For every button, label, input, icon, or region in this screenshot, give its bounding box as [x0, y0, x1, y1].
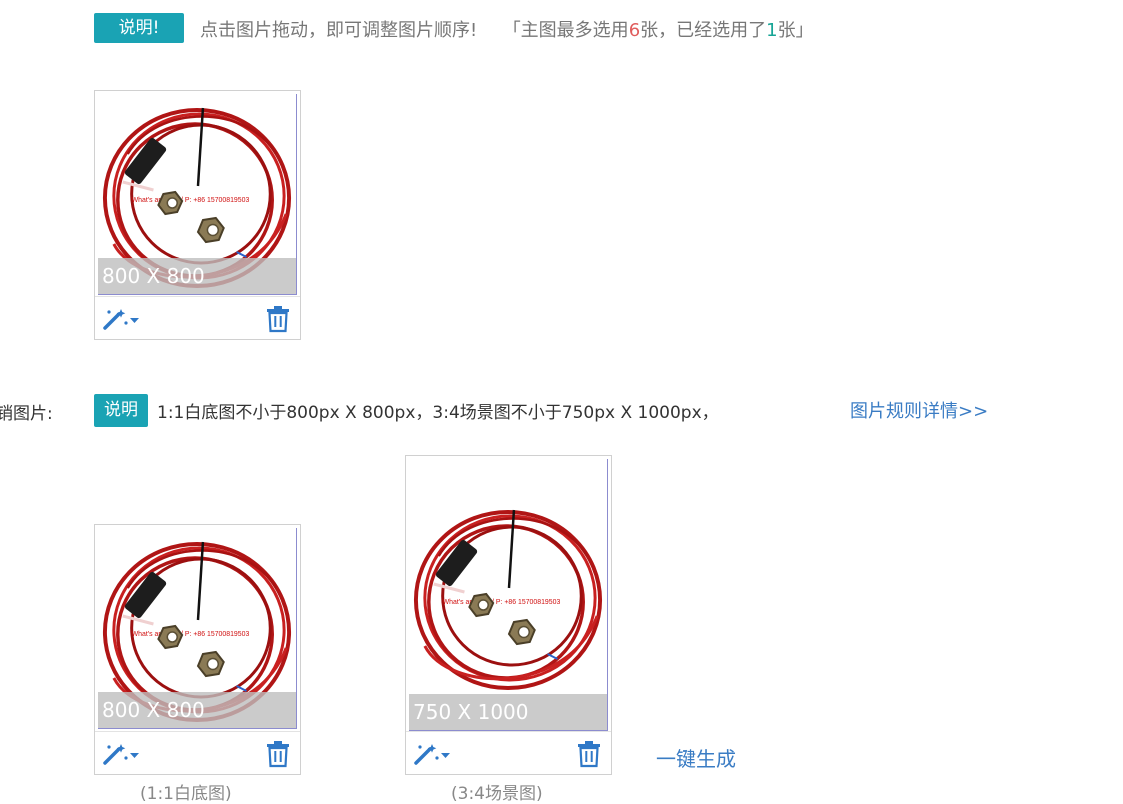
trash-icon[interactable] — [577, 740, 601, 768]
quota-mid: 张，已经选用了 — [640, 20, 767, 41]
scene-image-caption: (3:4场景图) — [451, 784, 543, 804]
marketing-images-label: 销图片: — [0, 404, 53, 424]
magic-wand-dropdown-icon[interactable] — [101, 306, 141, 332]
marketing-notice-badge: 说明 — [94, 394, 148, 427]
quota-max: 6 — [628, 20, 641, 41]
notice-badge: 说明! — [94, 13, 184, 43]
scene-image-thumbnail[interactable]: What's app/WX / P: +86 15700819503 750 X… — [409, 459, 608, 731]
image-toolbar — [95, 731, 300, 774]
image-toolbar — [95, 296, 300, 339]
quota-used: 1 — [766, 20, 778, 41]
svg-text:What's app/WX / P: +86 1570081: What's app/WX / P: +86 15700819503 — [443, 599, 561, 606]
square-image-caption: (1:1白底图) — [140, 784, 232, 804]
quota-prefix: 「主图最多选用 — [502, 20, 629, 41]
magic-wand-dropdown-icon[interactable] — [101, 741, 141, 767]
main-image-card[interactable]: What's app/WX / P: +86 15700819503 800 X… — [94, 90, 301, 340]
quota-suffix: 张」 — [777, 20, 814, 41]
square-image-thumbnail[interactable]: What's app/WX / P: +86 15700819503 800 X… — [98, 528, 297, 729]
image-size-label: 800 X 800 — [98, 692, 296, 728]
product-photo: What's app/WX / P: +86 15700819503 — [409, 496, 607, 696]
magic-wand-dropdown-icon[interactable] — [412, 741, 452, 767]
image-size-label: 750 X 1000 — [409, 694, 607, 730]
scene-image-card[interactable]: What's app/WX / P: +86 15700819503 750 X… — [405, 455, 612, 775]
image-size-label: 800 X 800 — [98, 258, 296, 294]
svg-text:What's app/WX / P: +86 1570081: What's app/WX / P: +86 15700819503 — [132, 197, 250, 204]
image-rule-details-link[interactable]: 图片规则详情>> — [850, 397, 988, 423]
drag-sort-hint: 点击图片拖动，即可调整图片顺序! 「主图最多选用6张，已经选用了1张」 — [200, 16, 814, 42]
main-image-thumbnail[interactable]: What's app/WX / P: +86 15700819503 800 X… — [98, 94, 297, 295]
svg-text:What's app/WX / P: +86 1570081: What's app/WX / P: +86 15700819503 — [132, 631, 250, 638]
square-image-card[interactable]: What's app/WX / P: +86 15700819503 800 X… — [94, 524, 301, 775]
drag-hint-text: 点击图片拖动，即可调整图片顺序! — [200, 20, 478, 41]
image-rule-text: 1:1白底图不小于800px X 800px，3:4场景图不小于750px X … — [157, 403, 719, 423]
image-toolbar — [406, 731, 611, 774]
trash-icon[interactable] — [266, 305, 290, 333]
trash-icon[interactable] — [266, 740, 290, 768]
one-click-generate-link[interactable]: 一键生成 — [656, 743, 736, 772]
